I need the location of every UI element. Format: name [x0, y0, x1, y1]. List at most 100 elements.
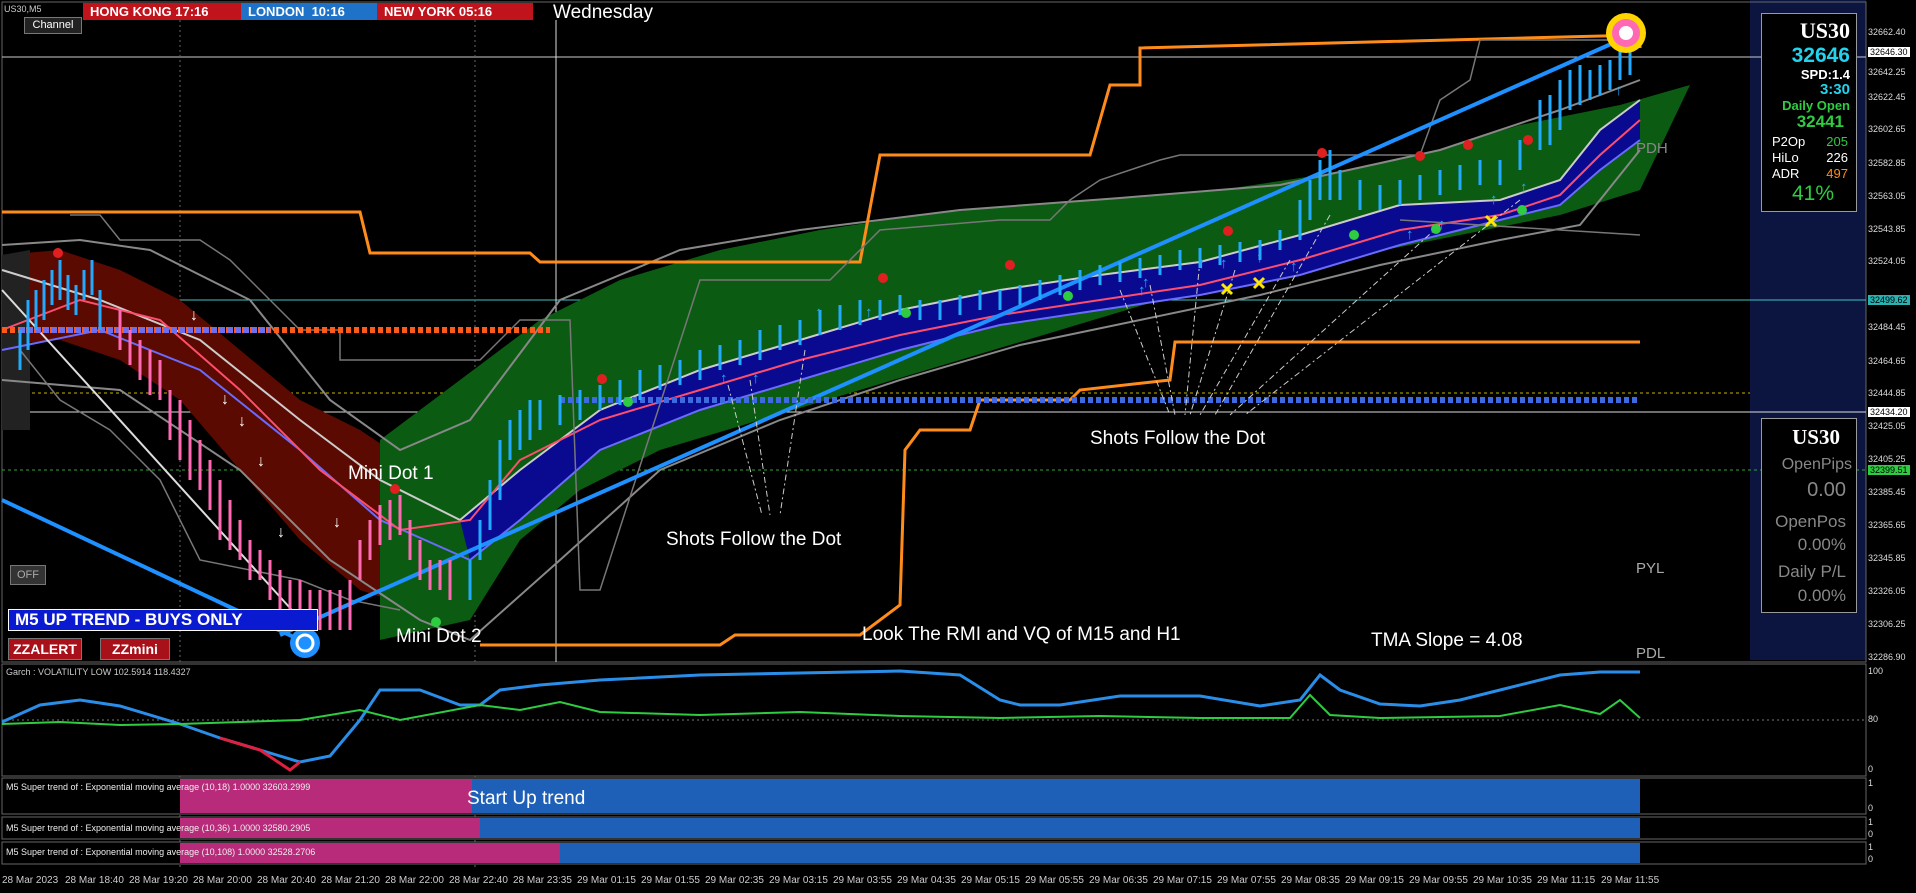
- look-rmi-label: Look The RMI and VQ of M15 and H1: [862, 624, 1181, 645]
- time-tick: 28 Mar 19:20: [129, 875, 188, 886]
- clock-label: HONG KONG: [90, 4, 172, 19]
- price-tick: 32582.85: [1868, 158, 1906, 168]
- info-panel: US30 32646 SPD:1.4 3:30 Daily Open 32441…: [1761, 13, 1857, 212]
- garch-label: Garch : VOLATILITY LOW 102.5914 118.4327: [6, 667, 191, 677]
- price-tick: 32622.45: [1868, 92, 1906, 102]
- daily-open-value: 32441: [1796, 112, 1844, 131]
- info-symbol: US30: [1799, 18, 1850, 43]
- open-pos-value: 0.00%: [1797, 535, 1846, 554]
- time-tick: 29 Mar 05:55: [1025, 875, 1084, 886]
- garch-axis-tick: 80: [1868, 714, 1879, 724]
- time-tick: 29 Mar 07:55: [1217, 875, 1276, 886]
- time-tick: 28 Mar 22:40: [449, 875, 508, 886]
- svg-text:↑: ↑: [1615, 82, 1623, 99]
- tma-slope-label: TMA Slope = 4.08: [1371, 630, 1523, 651]
- price-tick: 32326.05: [1868, 586, 1906, 596]
- svg-text:↑: ↑: [1520, 179, 1528, 196]
- position-panel: US30 OpenPips 0.00 OpenPos 0.00% Daily P…: [1761, 418, 1857, 613]
- p2op-value: 205: [1826, 134, 1848, 149]
- time-tick: 29 Mar 03:55: [833, 875, 892, 886]
- time-tick: 28 Mar 21:20: [321, 875, 380, 886]
- svg-text:↓: ↓: [277, 524, 285, 541]
- price-tick: 32385.45: [1868, 487, 1906, 497]
- hilo-label: HiLo: [1772, 150, 1799, 165]
- price-tick: 32524.05: [1868, 256, 1906, 266]
- time-tick: 28 Mar 20:40: [257, 875, 316, 886]
- zzmini-button[interactable]: ZZmini: [100, 638, 170, 660]
- daily-pl-value: 0.00%: [1797, 586, 1846, 605]
- svg-text:↑: ↑: [1198, 255, 1206, 272]
- p2op-label: P2Op: [1772, 134, 1806, 149]
- price-tick: 32464.65: [1868, 356, 1906, 366]
- svg-text:↑: ↑: [1290, 258, 1298, 275]
- price-tick: 32484.45: [1868, 322, 1906, 332]
- mini-dot-1-label: Mini Dot 1: [348, 463, 434, 484]
- shots-follow-label-1: Shots Follow the Dot: [666, 529, 842, 550]
- price-chart[interactable]: ↓↓↓ ↓↓↓ ↑ ↑↑ ↑↑↑ ↑ ↑ ↑ ↑↑↑ ↑↑↑: [0, 0, 1916, 893]
- svg-text:↓: ↓: [221, 391, 229, 408]
- clock-time: 17:16: [175, 4, 209, 19]
- open-pips-value: 0.00: [1807, 479, 1846, 501]
- garch-axis-tick: 0: [1868, 764, 1874, 774]
- svg-text:↑: ↑: [1142, 274, 1150, 291]
- supertrend-axis-tick: 0: [1868, 854, 1874, 864]
- price-tick: 32345.85: [1868, 553, 1906, 563]
- clock-label: NEW YORK: [384, 4, 456, 19]
- info-price: 32646: [1791, 44, 1850, 67]
- time-tick: 29 Mar 01:15: [577, 875, 636, 886]
- price-tick: 32662.40: [1868, 27, 1906, 37]
- clock-london: LONDON 10:16: [241, 3, 379, 20]
- price-marker-cyan: 32499.62: [1868, 295, 1910, 305]
- open-pips-label: OpenPips: [1781, 456, 1852, 473]
- time-tick: 29 Mar 11:15: [1537, 875, 1596, 886]
- info-timer: 3:30: [1819, 81, 1850, 98]
- price-tick: 32602.65: [1868, 124, 1906, 134]
- day-label: Wednesday: [553, 2, 653, 23]
- price-marker-green: 32399.51: [1868, 465, 1910, 475]
- channel-button[interactable]: Channel: [24, 17, 82, 34]
- svg-text:↑: ↑: [1220, 255, 1228, 272]
- price-tick: 32405.25: [1868, 454, 1906, 464]
- time-tick: 29 Mar 07:15: [1153, 875, 1212, 886]
- hilo-value: 226: [1826, 150, 1848, 165]
- shots-follow-label-2: Shots Follow the Dot: [1090, 428, 1266, 449]
- time-tick: 29 Mar 09:55: [1409, 875, 1468, 886]
- svg-text:↓: ↓: [333, 514, 341, 531]
- time-tick: 28 Mar 20:00: [193, 875, 252, 886]
- clock-new-york: NEW YORK 05:16: [377, 3, 533, 20]
- off-button[interactable]: OFF: [10, 565, 46, 585]
- mini-dot-2-label: Mini Dot 2: [396, 626, 482, 647]
- pos-symbol: US30: [1792, 425, 1840, 449]
- supertrend-axis-tick: 1: [1868, 842, 1874, 852]
- start-up-trend-label: Start Up trend: [467, 788, 586, 809]
- daily-pl-label: Daily P/L: [1777, 562, 1846, 581]
- price-marker-white: 32434.20: [1868, 407, 1910, 417]
- pdh-label: PDH: [1636, 140, 1668, 157]
- price-tick: 32365.65: [1868, 520, 1906, 530]
- svg-text:↑: ↑: [752, 370, 760, 387]
- svg-text:↓: ↓: [190, 307, 198, 324]
- svg-text:↑: ↑: [1256, 249, 1264, 266]
- time-tick: 29 Mar 01:55: [641, 875, 700, 886]
- price-tick: 32425.05: [1868, 421, 1906, 431]
- clock-time: 10:16: [311, 4, 345, 19]
- pyl-label: PYL: [1636, 560, 1665, 577]
- supertrend-axis-tick: 1: [1868, 778, 1874, 788]
- time-tick: 29 Mar 02:35: [705, 875, 764, 886]
- supertrend-axis-tick: 1: [1868, 817, 1874, 827]
- time-tick: 29 Mar 09:15: [1345, 875, 1404, 886]
- pdl-label: PDL: [1636, 645, 1666, 662]
- price-tick: 32444.85: [1868, 388, 1906, 398]
- time-tick: 28 Mar 22:00: [385, 875, 444, 886]
- price-tick: 32543.85: [1868, 224, 1906, 234]
- symbol-tag: US30,M5: [4, 4, 42, 14]
- zzalert-button[interactable]: ZZALERT: [8, 638, 82, 660]
- time-tick: 28 Mar 18:40: [65, 875, 124, 886]
- time-tick: 29 Mar 11:55: [1601, 875, 1660, 886]
- svg-text:↓: ↓: [238, 413, 246, 430]
- price-tick: 32642.25: [1868, 67, 1906, 77]
- time-tick: 29 Mar 08:35: [1281, 875, 1340, 886]
- time-tick: 29 Mar 05:15: [961, 875, 1020, 886]
- supertrend-label-1: M5 Super trend of : Exponential moving a…: [6, 782, 311, 792]
- garch-axis-tick: 100: [1868, 666, 1884, 676]
